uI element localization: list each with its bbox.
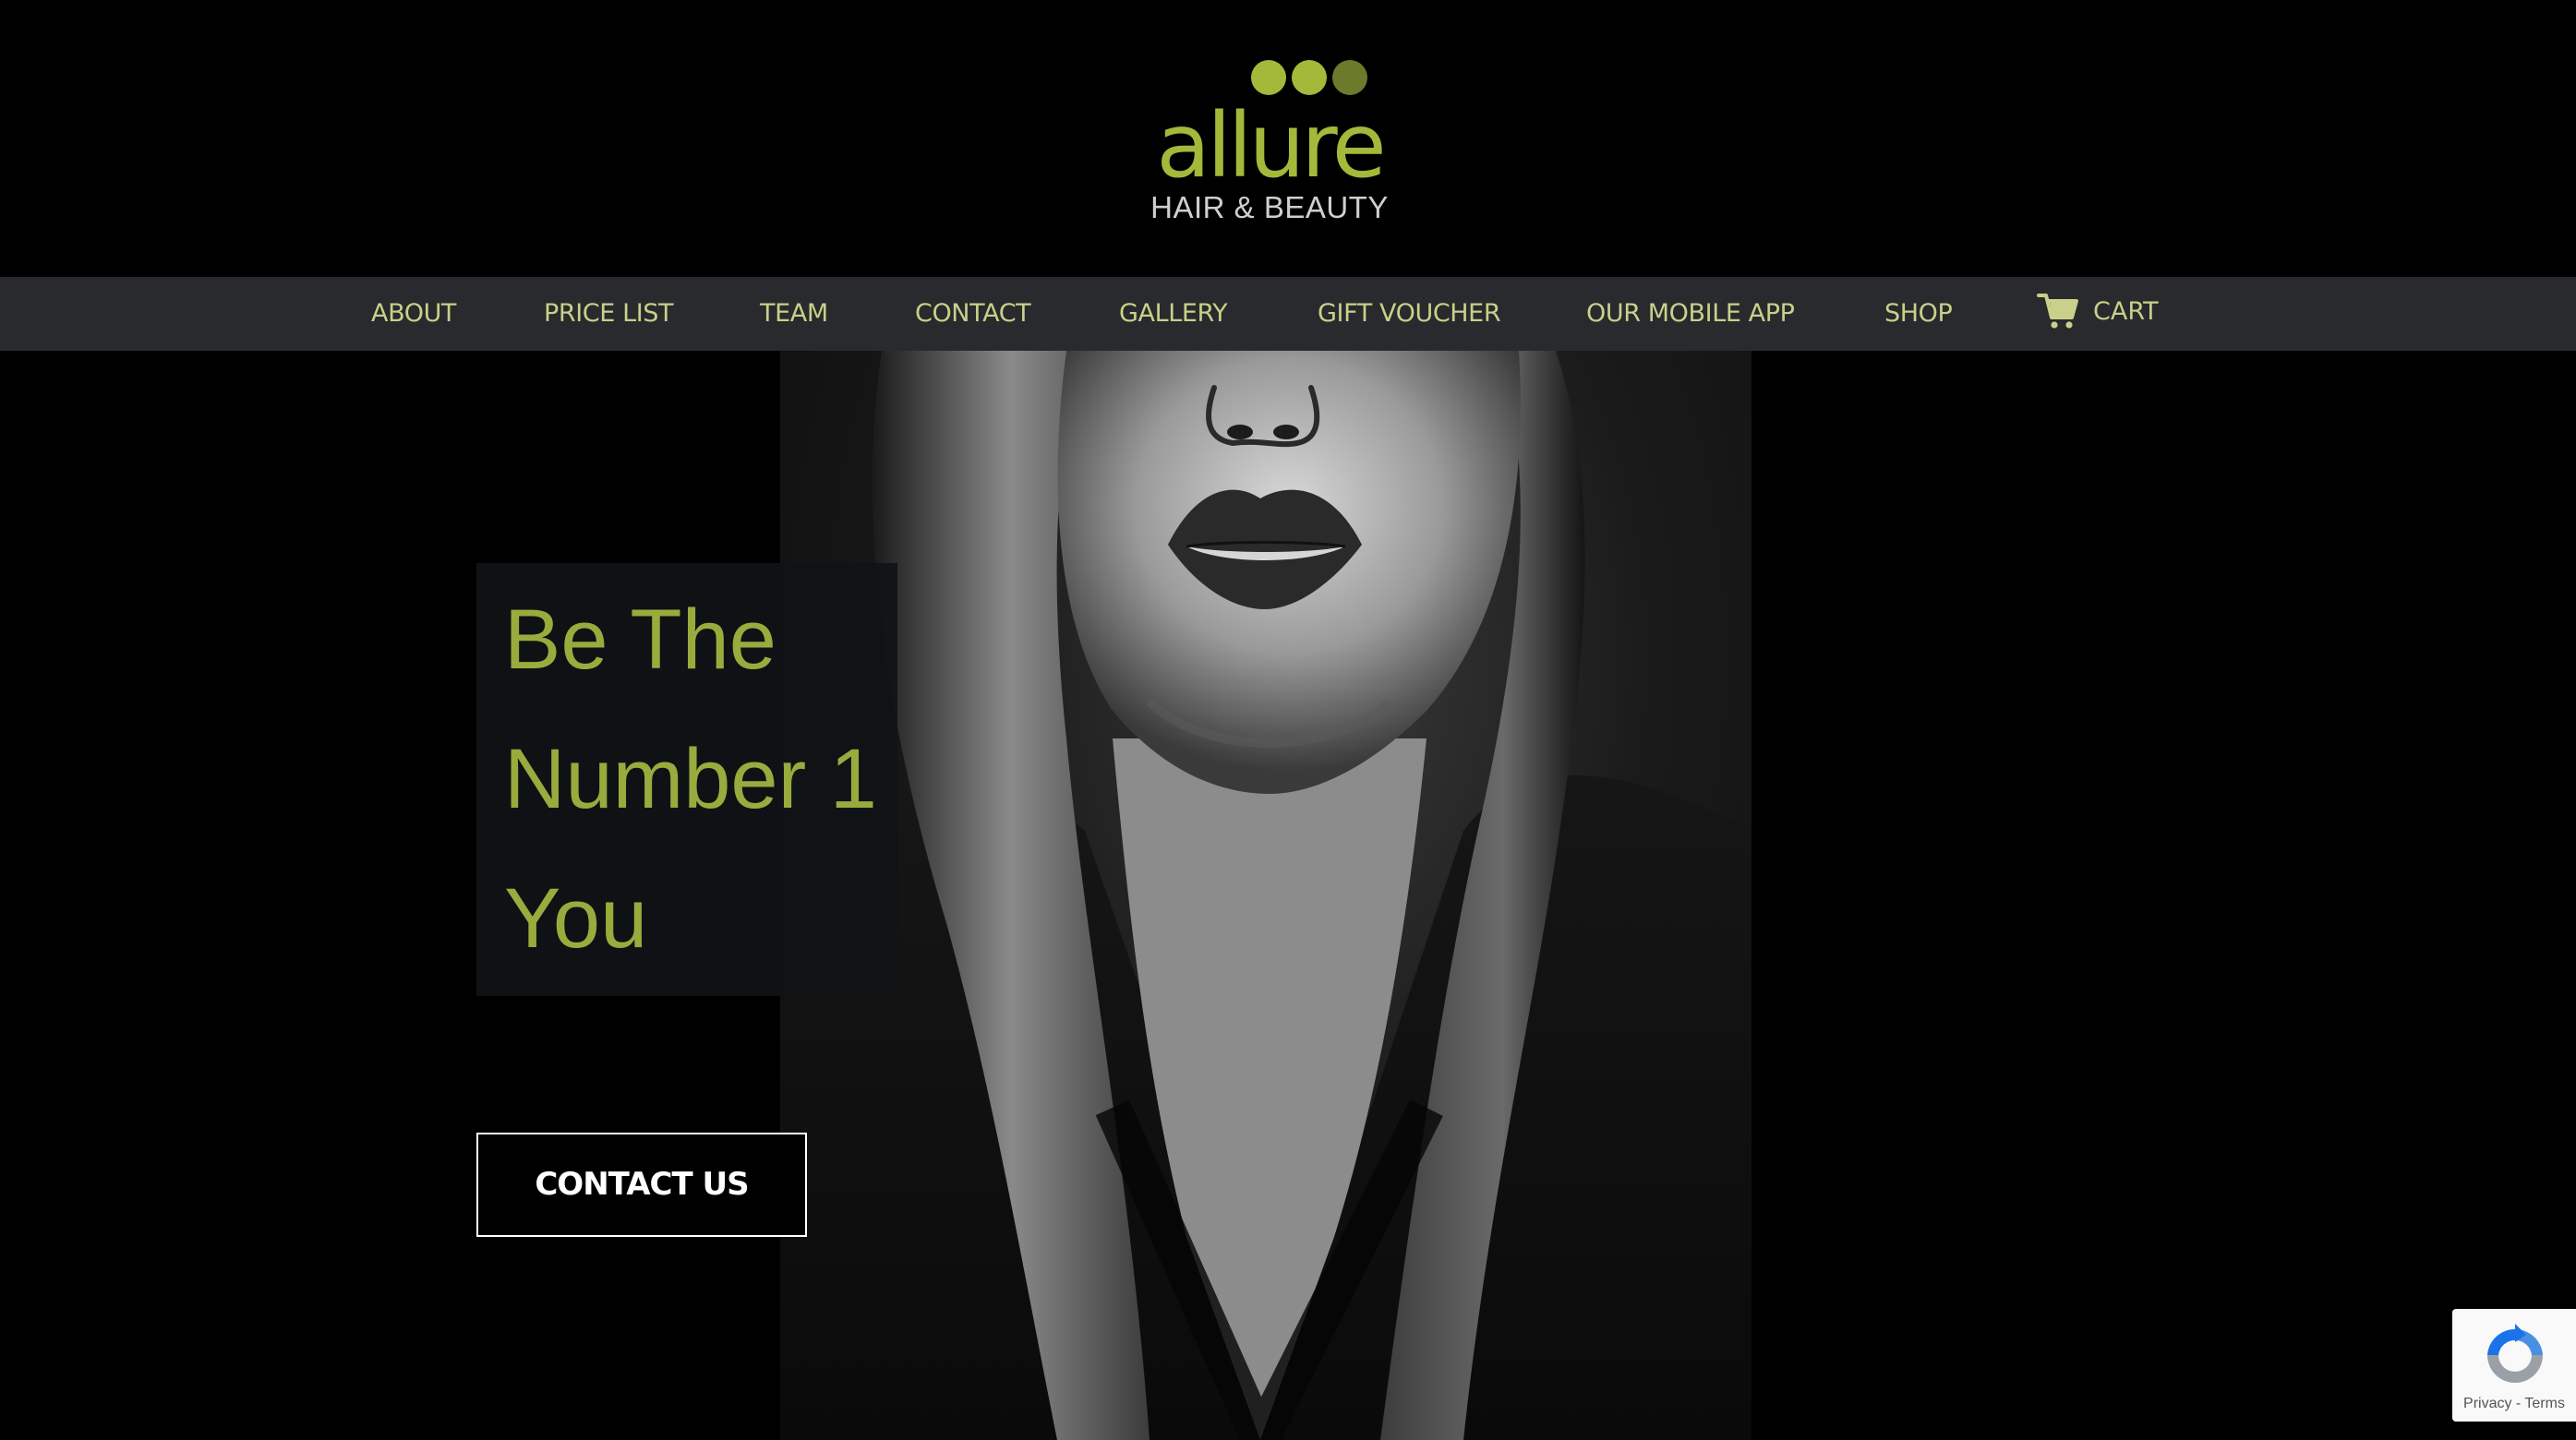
nav-item-about[interactable]: ABOUT [371, 277, 456, 351]
logo-dot-1 [1251, 60, 1286, 95]
headline-line-3: You [504, 871, 648, 966]
logo-wordmark: allure [1156, 94, 1386, 198]
recaptcha-terms-link[interactable]: Terms [2524, 1396, 2565, 1411]
site-header: allure HAIR & BEAUTY [0, 0, 2576, 277]
logo-dot-3 [1332, 60, 1367, 95]
portrait-illustration [780, 351, 1751, 1440]
headline-line-1: Be The [504, 593, 776, 687]
logo-dot-2 [1292, 60, 1327, 95]
nav-item-gift-voucher[interactable]: GIFT VOUCHER [1318, 277, 1501, 351]
nav-item-price-list[interactable]: PRICE LIST [544, 277, 674, 351]
hero-portrait-image [780, 351, 1751, 1440]
nav-item-shop[interactable]: SHOP [1884, 277, 1953, 351]
nav-item-gallery[interactable]: GALLERY [1119, 277, 1228, 351]
recaptcha-separator: - [2511, 1396, 2525, 1411]
logo-tagline: HAIR & BEAUTY [1150, 190, 1389, 224]
cart-icon [2037, 294, 2078, 329]
recaptcha-icon [2487, 1324, 2543, 1383]
nav-item-team[interactable]: TEAM [760, 277, 828, 351]
contact-us-button[interactable]: CONTACT US [476, 1133, 807, 1237]
nav-item-our-mobile-app[interactable]: OUR MOBILE APP [1586, 277, 1795, 351]
headline-line-2: Number 1 [504, 732, 877, 826]
recaptcha-privacy-link[interactable]: Privacy [2463, 1396, 2511, 1411]
recaptcha-badge[interactable]: Privacy - Terms [2452, 1309, 2576, 1422]
main-navigation: ABOUT PRICE LIST TEAM CONTACT GALLERY GI… [0, 277, 2576, 351]
cart-label: CART [2093, 297, 2159, 326]
hero-section [0, 351, 2576, 1440]
nav-item-contact[interactable]: CONTACT [915, 277, 1031, 351]
recaptcha-links: Privacy - Terms [2452, 1392, 2576, 1416]
allure-logo[interactable]: allure HAIR & BEAUTY [1150, 42, 1390, 226]
